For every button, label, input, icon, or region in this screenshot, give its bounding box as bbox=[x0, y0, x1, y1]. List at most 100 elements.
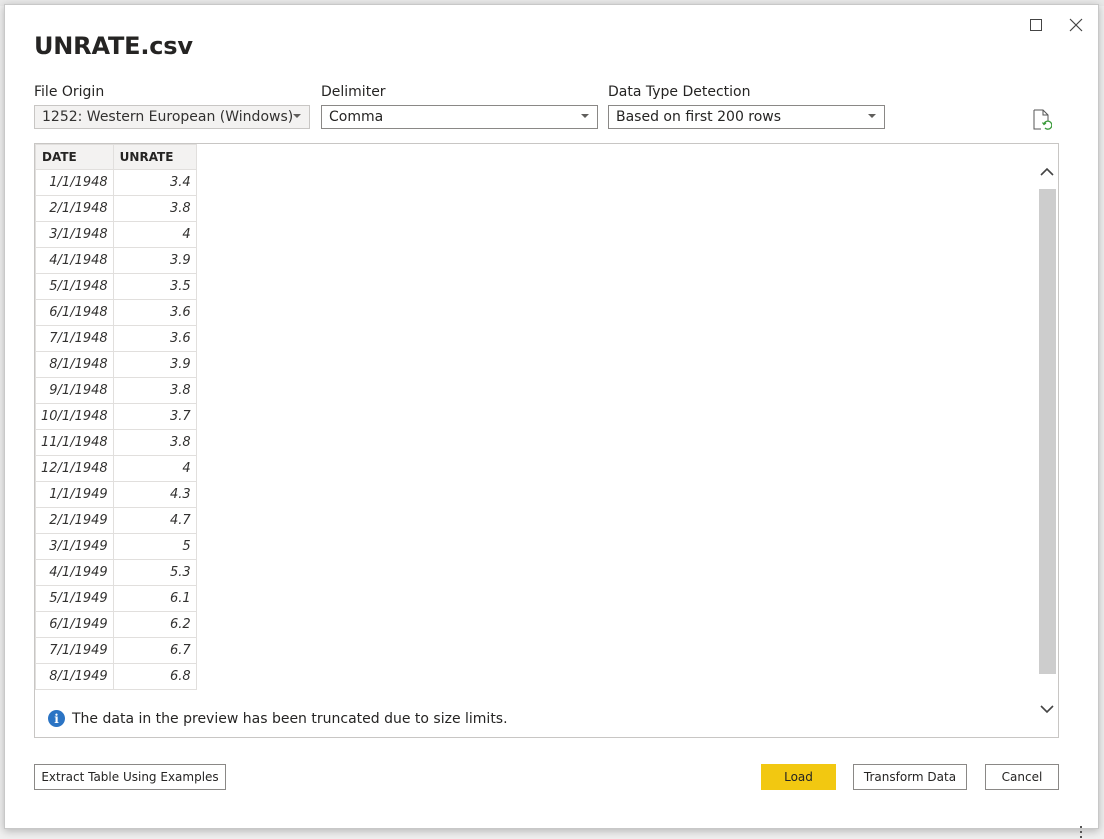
table-row: 1/1/1949 4.3 bbox=[35, 481, 197, 508]
table-row: 7/1/1948 3.6 bbox=[35, 325, 197, 352]
cell-date[interactable]: 1/1/1948 bbox=[35, 169, 114, 196]
cell-unrate[interactable]: 3.8 bbox=[112, 377, 197, 404]
file-refresh-icon bbox=[1033, 109, 1053, 130]
cell-unrate[interactable]: 3.6 bbox=[112, 299, 197, 326]
transform-data-button[interactable]: Transform Data bbox=[853, 764, 967, 790]
preview-table: DATE UNRATE 1/1/1948 3.4 2/1/1948 3.8 3/1/19… bbox=[35, 144, 197, 690]
cell-unrate[interactable]: 6.2 bbox=[112, 611, 197, 638]
scroll-up-button[interactable] bbox=[1036, 160, 1058, 182]
truncation-notice: i The data in the preview has been trunc… bbox=[48, 710, 508, 727]
truncation-notice-text: The data in the preview has been truncat… bbox=[72, 710, 508, 727]
table-row: 3/1/1949 5 bbox=[35, 533, 197, 560]
chevron-up-icon bbox=[1040, 167, 1054, 176]
refresh-preview-button[interactable] bbox=[1032, 109, 1054, 133]
table-row: 11/1/1948 3.8 bbox=[35, 429, 197, 456]
cell-unrate[interactable]: 6.8 bbox=[112, 663, 197, 690]
cell-date[interactable]: 4/1/1948 bbox=[35, 247, 114, 274]
cell-date[interactable]: 7/1/1949 bbox=[35, 637, 114, 664]
cell-date[interactable]: 5/1/1948 bbox=[35, 273, 114, 300]
scroll-thumb[interactable] bbox=[1039, 189, 1056, 674]
cell-unrate[interactable]: 4.3 bbox=[112, 481, 197, 508]
table-row: 5/1/1949 6.1 bbox=[35, 585, 197, 612]
cell-unrate[interactable]: 5.3 bbox=[112, 559, 197, 586]
maximize-icon bbox=[1030, 19, 1042, 31]
cell-date[interactable]: 11/1/1948 bbox=[35, 429, 114, 456]
cell-unrate[interactable]: 3.7 bbox=[112, 403, 197, 430]
chevron-down-icon bbox=[1040, 704, 1054, 713]
cell-unrate[interactable]: 4.7 bbox=[112, 507, 197, 534]
resize-grip-icon[interactable] bbox=[1080, 826, 1083, 838]
table-row: 8/1/1949 6.8 bbox=[35, 663, 197, 690]
table-row: 6/1/1949 6.2 bbox=[35, 611, 197, 638]
column-header-unrate[interactable]: UNRATE bbox=[112, 144, 197, 170]
close-button[interactable] bbox=[1061, 11, 1091, 39]
chevron-down-icon bbox=[868, 114, 876, 118]
table-row: 8/1/1948 3.9 bbox=[35, 351, 197, 378]
cell-unrate[interactable]: 6.1 bbox=[112, 585, 197, 612]
maximize-button[interactable] bbox=[1021, 11, 1051, 39]
cell-unrate[interactable]: 3.5 bbox=[112, 273, 197, 300]
cancel-button[interactable]: Cancel bbox=[985, 764, 1059, 790]
delimiter-value: Comma bbox=[329, 109, 384, 125]
table-row: 12/1/1948 4 bbox=[35, 455, 197, 482]
load-button[interactable]: Load bbox=[761, 764, 836, 790]
cell-unrate[interactable]: 3.6 bbox=[112, 325, 197, 352]
cell-unrate[interactable]: 3.8 bbox=[112, 429, 197, 456]
column-header-date[interactable]: DATE bbox=[35, 144, 114, 170]
cell-unrate[interactable]: 4 bbox=[112, 221, 197, 248]
data-preview-panel: DATE UNRATE 1/1/1948 3.4 2/1/1948 3.8 3/1/19… bbox=[34, 143, 1059, 738]
dialog-title: UNRATE.csv bbox=[34, 32, 193, 60]
cell-date[interactable]: 5/1/1949 bbox=[35, 585, 114, 612]
table-row: 7/1/1949 6.7 bbox=[35, 637, 197, 664]
cell-unrate[interactable]: 6.7 bbox=[112, 637, 197, 664]
cell-date[interactable]: 2/1/1949 bbox=[35, 507, 114, 534]
cell-unrate[interactable]: 5 bbox=[112, 533, 197, 560]
info-icon: i bbox=[48, 710, 65, 727]
cell-date[interactable]: 1/1/1949 bbox=[35, 481, 114, 508]
cell-date[interactable]: 12/1/1948 bbox=[35, 455, 114, 482]
table-row: 4/1/1949 5.3 bbox=[35, 559, 197, 586]
cell-date[interactable]: 3/1/1948 bbox=[35, 221, 114, 248]
cell-unrate[interactable]: 3.9 bbox=[112, 247, 197, 274]
file-origin-select[interactable]: 1252: Western European (Windows) bbox=[34, 105, 310, 129]
table-header-row: DATE UNRATE bbox=[35, 144, 197, 170]
cell-unrate[interactable]: 4 bbox=[112, 455, 197, 482]
import-dialog: UNRATE.csv File Origin 1252: Western Eur… bbox=[4, 4, 1099, 829]
table-row: 6/1/1948 3.6 bbox=[35, 299, 197, 326]
table-row: 2/1/1948 3.8 bbox=[35, 195, 197, 222]
file-origin-value: 1252: Western European (Windows) bbox=[42, 109, 294, 125]
table-body: 1/1/1948 3.4 2/1/1948 3.8 3/1/1948 4 4/1/1948 3… bbox=[35, 169, 197, 690]
delimiter-select[interactable]: Comma bbox=[321, 105, 598, 129]
extract-table-button[interactable]: Extract Table Using Examples bbox=[34, 764, 226, 790]
cell-unrate[interactable]: 3.8 bbox=[112, 195, 197, 222]
cell-date[interactable]: 9/1/1948 bbox=[35, 377, 114, 404]
cell-date[interactable]: 3/1/1949 bbox=[35, 533, 114, 560]
table-row: 4/1/1948 3.9 bbox=[35, 247, 197, 274]
cell-unrate[interactable]: 3.4 bbox=[112, 169, 197, 196]
table-row: 10/1/1948 3.7 bbox=[35, 403, 197, 430]
data-type-detection-select[interactable]: Based on first 200 rows bbox=[608, 105, 885, 129]
vertical-scrollbar[interactable] bbox=[1036, 144, 1058, 737]
cell-date[interactable]: 7/1/1948 bbox=[35, 325, 114, 352]
table-row: 1/1/1948 3.4 bbox=[35, 169, 197, 196]
cell-unrate[interactable]: 3.9 bbox=[112, 351, 197, 378]
chevron-down-icon bbox=[293, 114, 301, 118]
cell-date[interactable]: 10/1/1948 bbox=[35, 403, 114, 430]
file-origin-label: File Origin bbox=[34, 84, 105, 100]
table-row: 2/1/1949 4.7 bbox=[35, 507, 197, 534]
data-type-detection-label: Data Type Detection bbox=[608, 84, 751, 100]
cell-date[interactable]: 2/1/1948 bbox=[35, 195, 114, 222]
table-row: 5/1/1948 3.5 bbox=[35, 273, 197, 300]
cell-date[interactable]: 4/1/1949 bbox=[35, 559, 114, 586]
cell-date[interactable]: 8/1/1948 bbox=[35, 351, 114, 378]
scroll-down-button[interactable] bbox=[1036, 698, 1058, 720]
data-type-detection-value: Based on first 200 rows bbox=[616, 109, 782, 125]
table-row: 9/1/1948 3.8 bbox=[35, 377, 197, 404]
table-row: 3/1/1948 4 bbox=[35, 221, 197, 248]
cell-date[interactable]: 6/1/1949 bbox=[35, 611, 114, 638]
close-icon bbox=[1069, 18, 1083, 32]
delimiter-label: Delimiter bbox=[321, 84, 386, 100]
cell-date[interactable]: 8/1/1949 bbox=[35, 663, 114, 690]
chevron-down-icon bbox=[581, 114, 589, 118]
cell-date[interactable]: 6/1/1948 bbox=[35, 299, 114, 326]
